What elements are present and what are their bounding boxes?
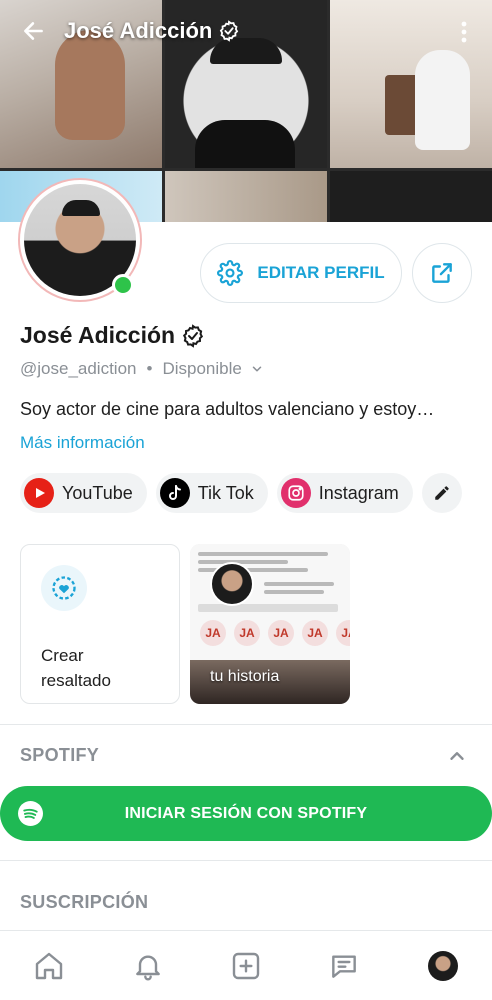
top-bar: José Adicción	[0, 0, 492, 62]
social-label-tiktok: Tik Tok	[197, 482, 254, 503]
bell-icon	[135, 955, 160, 980]
gear-icon	[217, 260, 244, 286]
chevron-up-icon	[450, 752, 464, 760]
chevron-down-icon	[252, 366, 262, 372]
back-button[interactable]	[14, 11, 54, 51]
story-highlight-circles: JAJAJAJAJA	[200, 620, 350, 646]
collapse-spotify-button[interactable]	[444, 743, 470, 769]
availability-status: Disponible	[162, 359, 242, 378]
create-highlight-label: Crear resaltado	[41, 646, 111, 690]
your-story-label: tu historia	[210, 668, 280, 685]
cover-photo-5	[165, 171, 327, 222]
create-highlight-card[interactable]: Crear resaltado	[20, 544, 180, 704]
story-avatar	[210, 562, 254, 606]
cover-photo-6	[330, 171, 492, 222]
social-label-instagram: Instagram	[318, 482, 399, 503]
nav-home[interactable]	[24, 941, 74, 991]
nav-messages[interactable]	[319, 941, 369, 991]
verified-badge-icon	[220, 20, 239, 42]
more-options-button[interactable]	[446, 12, 482, 52]
bottom-navigation	[0, 930, 492, 1000]
nav-notifications[interactable]	[123, 941, 173, 991]
header-title: José Adicción	[64, 18, 213, 43]
social-chip-instagram[interactable]: Instagram	[276, 473, 413, 513]
chat-icon	[332, 954, 357, 978]
spotify-section-title: SPOTIFY	[20, 745, 100, 765]
home-icon	[35, 952, 63, 979]
youtube-icon	[24, 478, 54, 508]
instagram-icon	[280, 478, 311, 508]
subscription-section-title: SUSCRIPCIÓN	[20, 892, 149, 912]
profile-name: José Adicción	[20, 322, 205, 349]
availability-dropdown[interactable]: Disponible	[162, 359, 263, 379]
social-label-youtube: YouTube	[62, 482, 133, 503]
arrow-left-icon	[24, 22, 43, 40]
display-name-text: José Adicción	[20, 322, 176, 348]
share-icon	[432, 263, 452, 283]
bio-text: Soy actor de cine para adultos valencian…	[20, 399, 435, 419]
spotify-button-label: INICIAR SESIÓN CON SPOTIFY	[124, 804, 368, 822]
edit-profile-label: EDITAR PERFIL	[257, 263, 385, 282]
verified-badge-icon	[183, 323, 204, 348]
social-links: YouTube Tik Tok Instagram	[20, 473, 462, 513]
avatar-icon	[427, 950, 458, 981]
edit-profile-button[interactable]: EDITAR PERFIL	[200, 243, 402, 303]
tiktok-icon	[159, 478, 190, 508]
pencil-icon	[435, 486, 449, 500]
share-profile-button[interactable]	[412, 243, 472, 303]
spotify-icon	[18, 801, 43, 826]
edit-social-links-button[interactable]	[421, 473, 462, 513]
nav-new-post[interactable]	[221, 941, 271, 991]
social-chip-tiktok[interactable]: Tik Tok	[155, 473, 268, 513]
highlight-heart-icon	[41, 565, 87, 611]
more-info-link[interactable]: Más información	[20, 433, 145, 453]
handle-row: @jose_adiction • Disponible	[20, 359, 264, 379]
username-handle: @jose_adiction	[20, 359, 137, 378]
plus-square-icon	[232, 952, 260, 979]
separator-dot: •	[146, 359, 153, 378]
section-divider	[0, 860, 492, 861]
page-title: José Adicción	[64, 18, 240, 44]
more-vertical-icon	[461, 21, 467, 43]
section-divider	[0, 724, 492, 725]
story-preview: JAJAJAJAJA	[190, 544, 350, 660]
nav-profile[interactable]	[418, 941, 468, 991]
spotify-login-button[interactable]: INICIAR SESIÓN CON SPOTIFY	[0, 786, 492, 841]
social-chip-youtube[interactable]: YouTube	[20, 473, 147, 513]
online-status-dot	[112, 274, 134, 296]
your-story-card[interactable]: JAJAJAJAJA tu historia	[190, 544, 350, 704]
